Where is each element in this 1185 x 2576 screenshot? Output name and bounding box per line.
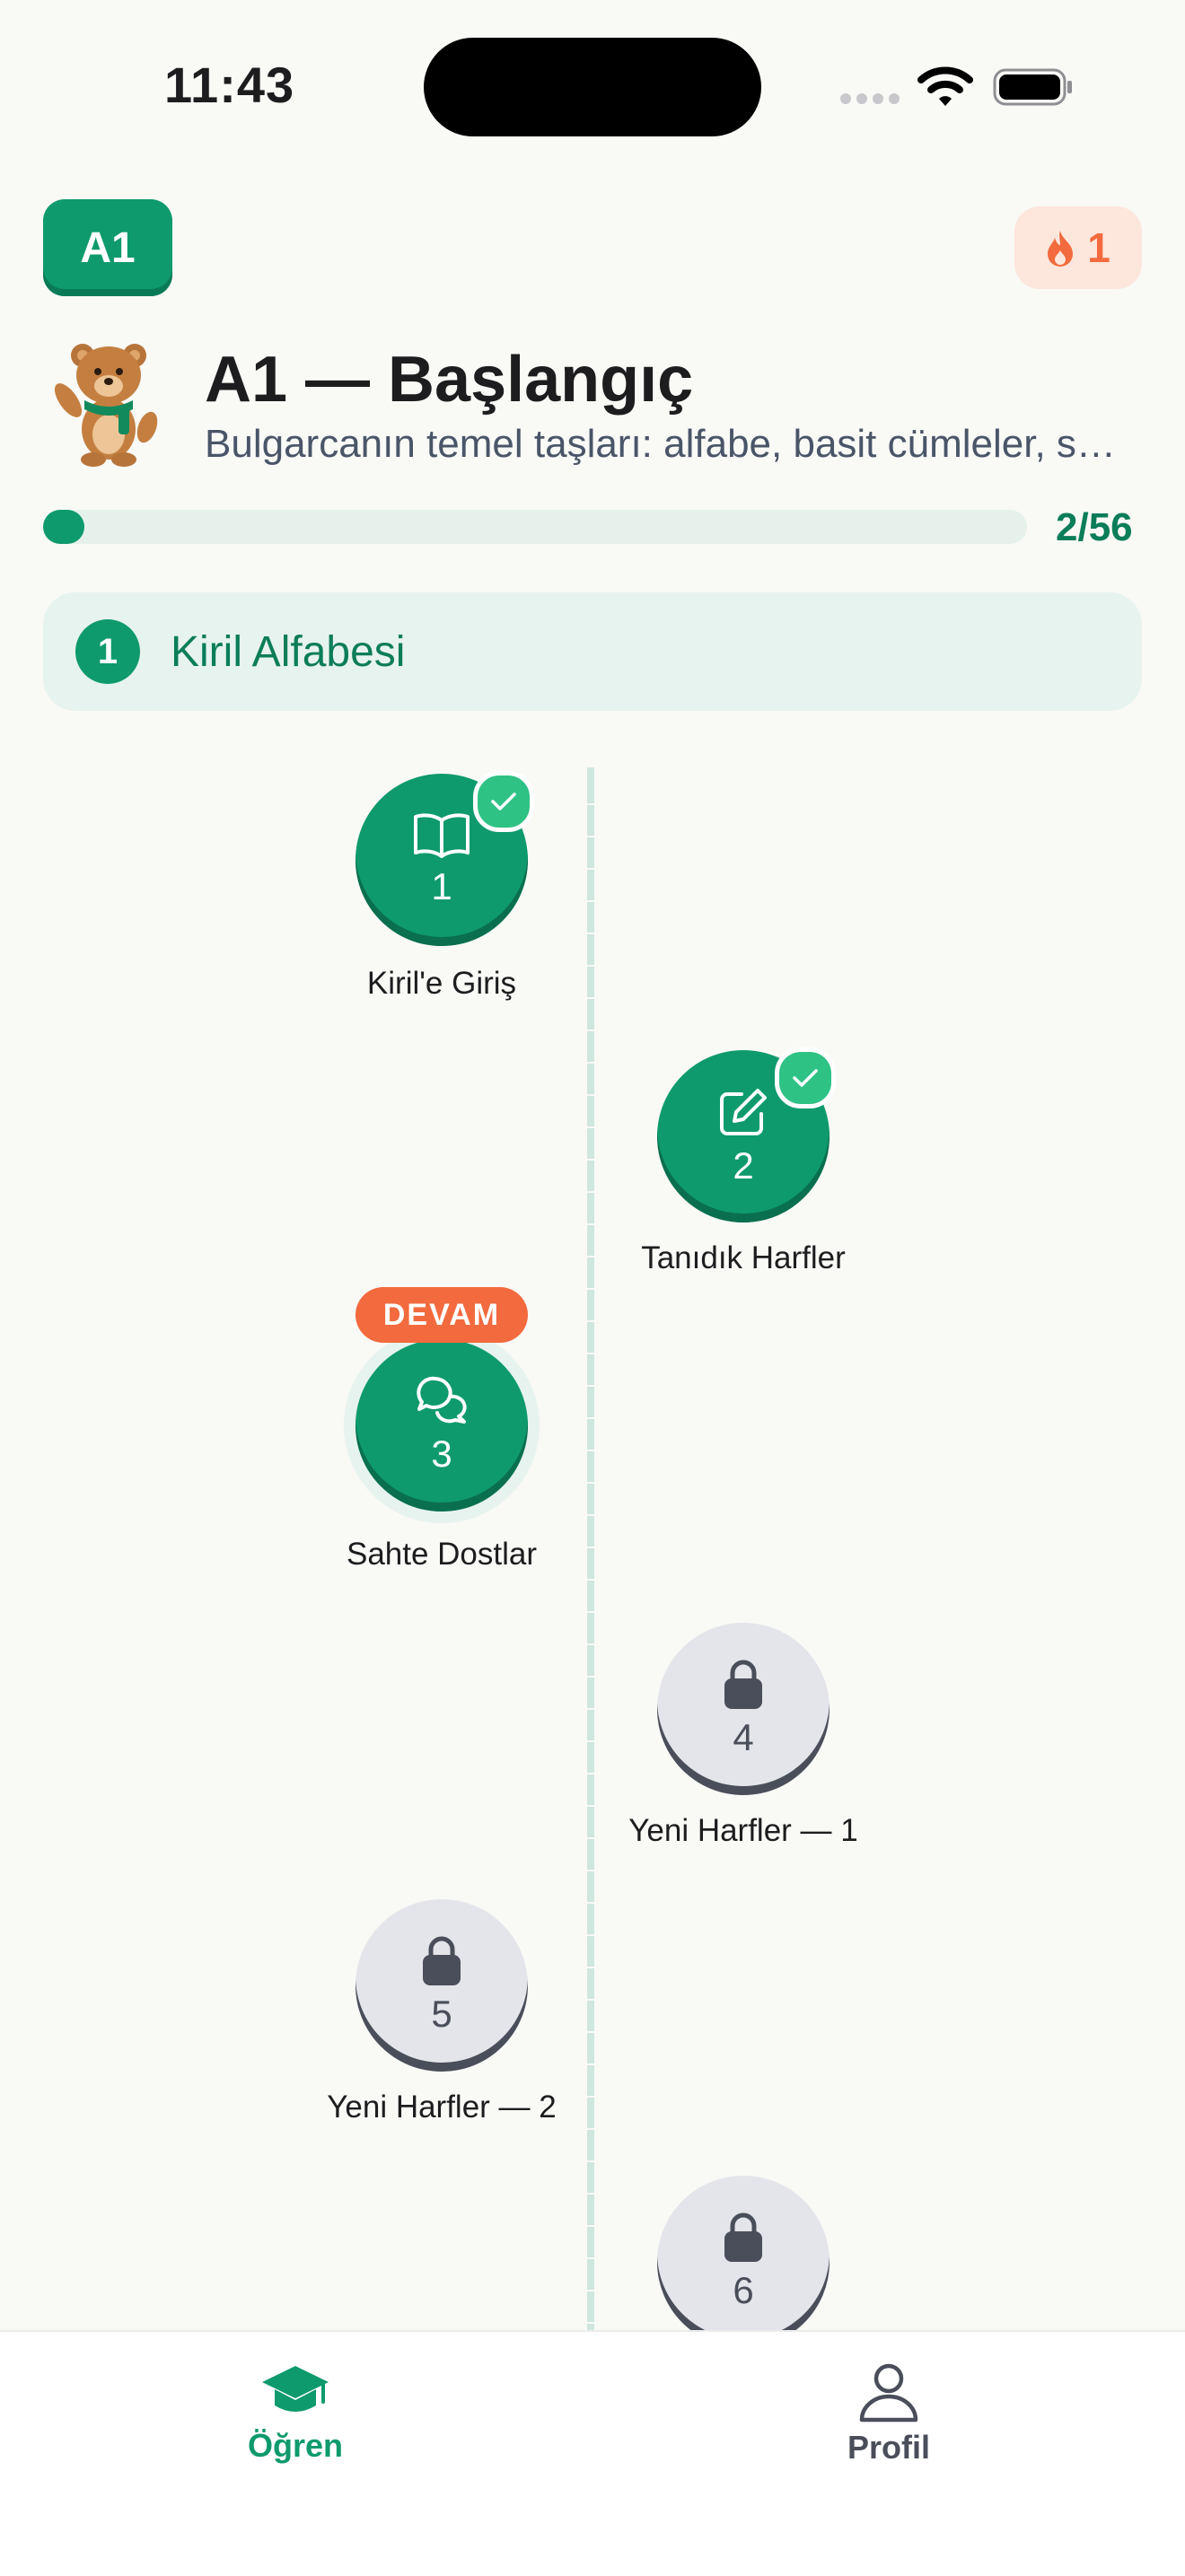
path-spine-dash bbox=[587, 1999, 594, 2001]
path-spine-dash bbox=[587, 1676, 594, 1678]
path-spine-dash bbox=[587, 2225, 594, 2227]
lesson-node-3[interactable]: 3 bbox=[356, 1339, 528, 1511]
tab-profile-label: Profil bbox=[847, 2429, 930, 2466]
lesson-number: 3 bbox=[431, 1433, 452, 1475]
path-spine-dash bbox=[587, 1320, 594, 1322]
path-spine-dash bbox=[587, 1385, 594, 1387]
path-spine-dash bbox=[587, 1967, 594, 1968]
lesson-node-4[interactable]: 4 bbox=[657, 1623, 830, 1795]
path-spine-dash bbox=[587, 1482, 594, 1484]
lesson-number: 6 bbox=[733, 2269, 754, 2311]
completed-check-icon bbox=[775, 1047, 836, 1108]
path-spine-dash bbox=[587, 2031, 594, 2033]
lock-icon bbox=[724, 1660, 762, 1709]
path-spine-dash bbox=[587, 2193, 594, 2195]
lesson-number: 2 bbox=[733, 1144, 754, 1187]
path-spine-dash bbox=[587, 1191, 594, 1193]
path-spine-dash bbox=[587, 1094, 594, 1096]
path-spine-dash bbox=[587, 900, 594, 902]
path-spine-dash bbox=[587, 933, 594, 934]
path-spine-dash bbox=[587, 836, 594, 837]
path-spine-dash bbox=[587, 2063, 594, 2065]
lesson-title-4: Yeni Harfler — 1 bbox=[628, 1813, 858, 1848]
completed-check-icon bbox=[473, 771, 534, 832]
lesson-number: 5 bbox=[431, 1993, 452, 2035]
path-spine-dash bbox=[587, 1159, 594, 1161]
path-spine-dash bbox=[587, 1643, 594, 1645]
path-spine-dash bbox=[587, 1579, 594, 1581]
tab-profile[interactable]: Profil bbox=[754, 2362, 1023, 2466]
tab-learn[interactable]: Öğren bbox=[161, 2362, 430, 2465]
path-spine-dash bbox=[587, 1062, 594, 1064]
unit-header[interactable]: 1 Kiril Alfabesi bbox=[43, 592, 1142, 711]
path-spine-dash bbox=[587, 2160, 594, 2162]
lesson-node-6[interactable]: 6 bbox=[657, 2176, 830, 2348]
dynamic-island bbox=[424, 38, 761, 136]
path-spine-dash bbox=[587, 1417, 594, 1419]
lesson-title-1: Kiril'e Giriş bbox=[366, 966, 517, 1001]
path-spine-dash bbox=[587, 1030, 594, 1031]
unit-title: Kiril Alfabesi bbox=[171, 627, 406, 676]
continue-badge[interactable]: DEVAM bbox=[356, 1287, 528, 1343]
edit-icon bbox=[720, 1089, 767, 1135]
flame-icon bbox=[1048, 231, 1074, 267]
path-spine-dash bbox=[587, 2290, 594, 2291]
lesson-number: 1 bbox=[431, 865, 452, 907]
level-badge[interactable]: A1 bbox=[43, 199, 172, 296]
path-spine-dash bbox=[587, 1934, 594, 1936]
progress-fill bbox=[43, 510, 84, 544]
person-icon bbox=[859, 2363, 918, 2423]
path-spine-dash bbox=[587, 1288, 594, 1290]
path-spine-dash bbox=[587, 1740, 594, 1742]
streak-count: 1 bbox=[1087, 224, 1110, 271]
unit-number: 1 bbox=[75, 619, 140, 684]
chat-icon bbox=[417, 1376, 467, 1424]
battery-icon bbox=[993, 68, 1072, 106]
path-spine-dash bbox=[587, 1902, 594, 1904]
graduation-cap-icon bbox=[262, 2366, 329, 2412]
path-spine-dash bbox=[587, 1773, 594, 1774]
streak-counter[interactable]: 1 bbox=[1014, 206, 1142, 289]
path-spine-dash bbox=[587, 1870, 594, 1871]
wifi-icon bbox=[917, 66, 973, 106]
progress-count: 2/56 bbox=[1056, 505, 1133, 549]
lesson-title-2: Tanıdık Harfler bbox=[641, 1240, 846, 1275]
path-spine-dash bbox=[587, 803, 594, 805]
path-spine-dash bbox=[587, 1223, 594, 1225]
level-title: A1 — Başlangıç bbox=[205, 344, 694, 416]
lock-icon bbox=[423, 1936, 461, 1985]
path-spine-dash bbox=[587, 1450, 594, 1451]
book-icon bbox=[414, 813, 470, 858]
path-spine-dash bbox=[587, 868, 594, 870]
path-spine-dash bbox=[587, 1611, 594, 1613]
cellular-signal-icon bbox=[840, 93, 900, 104]
path-spine-dash bbox=[587, 2257, 594, 2259]
lesson-node-5[interactable]: 5 bbox=[356, 1899, 528, 2072]
path-spine-dash bbox=[587, 1708, 594, 1710]
path-spine-dash bbox=[587, 1126, 594, 1128]
path-spine-dash bbox=[587, 1514, 594, 1516]
bear-mascot bbox=[54, 344, 158, 467]
lock-icon bbox=[724, 2212, 762, 2262]
lesson-number: 4 bbox=[733, 1716, 754, 1758]
status-time: 11:43 bbox=[164, 57, 295, 113]
tab-learn-label: Öğren bbox=[247, 2427, 343, 2464]
path-spine-dash bbox=[587, 1805, 594, 1807]
path-spine-dash bbox=[587, 2322, 594, 2324]
progress-track bbox=[43, 510, 1027, 544]
path-spine-dash bbox=[587, 1353, 594, 1354]
lesson-title-5: Yeni Harfler — 2 bbox=[327, 2090, 557, 2125]
level-subtitle: Bulgarcanın temel taşları: alfabe, basit… bbox=[205, 422, 1129, 466]
path-spine-dash bbox=[587, 2128, 594, 2130]
lesson-title-3: Sahte Dostlar bbox=[346, 1537, 538, 1572]
